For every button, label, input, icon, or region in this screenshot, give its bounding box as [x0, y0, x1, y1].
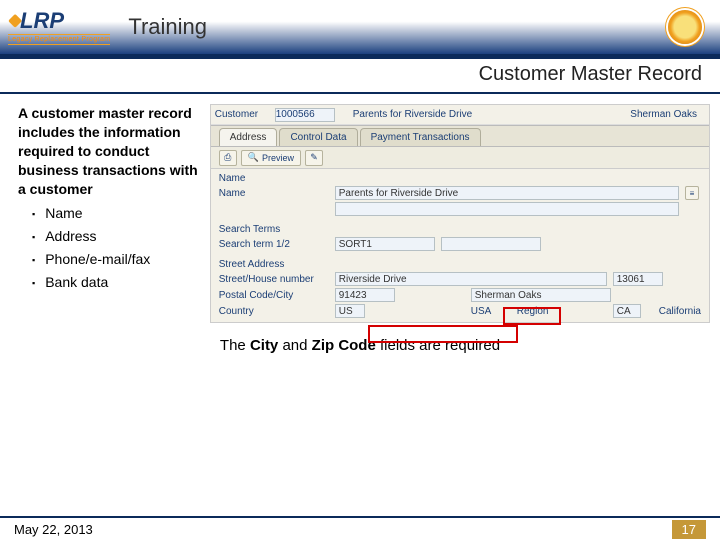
tab-control-data[interactable]: Control Data: [279, 128, 357, 146]
bullet-item: Phone/e-mail/fax: [32, 250, 202, 269]
country-label: Country: [219, 306, 329, 317]
district-seal-icon: [668, 10, 702, 44]
page-title: Customer Master Record: [0, 59, 720, 92]
lrp-logo: LRP Legacy Replacement Program: [8, 10, 110, 45]
page-number: 17: [672, 520, 706, 539]
customer-label: Customer: [215, 109, 275, 120]
toolbar-button[interactable]: ✎: [305, 150, 323, 166]
region-name-display: California: [659, 306, 701, 317]
bullet-item: Bank data: [32, 273, 202, 292]
training-label: Training: [128, 14, 207, 40]
explanatory-text: A customer master record includes the in…: [18, 104, 202, 323]
region-label: Region: [517, 306, 607, 317]
logo-tagline: Legacy Replacement Program: [8, 34, 110, 45]
postal-label: Postal Code/City: [219, 290, 329, 301]
search-term-label: Search term 1/2: [219, 239, 329, 250]
logo-text: LRP: [20, 8, 64, 33]
search-term-1-field[interactable]: SORT1: [335, 237, 435, 251]
divider: [0, 92, 720, 94]
tab-address[interactable]: Address: [219, 128, 278, 146]
slide-footer: May 22, 2013 17: [0, 516, 720, 540]
customer-name-display: Parents for Riverside Drive: [353, 109, 472, 120]
street-label: Street/House number: [219, 274, 329, 285]
customer-id-field[interactable]: 1000566: [275, 108, 335, 122]
tab-payment-transactions[interactable]: Payment Transactions: [360, 128, 481, 146]
group-name: Name: [219, 173, 701, 184]
name-label: Name: [219, 188, 329, 199]
customer-city-display: Sherman Oaks: [630, 109, 697, 120]
tab-strip: Address Control Data Payment Transaction…: [211, 125, 709, 147]
footer-date: May 22, 2013: [14, 522, 93, 537]
slide-header: LRP Legacy Replacement Program Training: [0, 0, 720, 54]
sap-screenshot: Customer 1000566 Parents for Riverside D…: [210, 104, 710, 323]
preview-button[interactable]: 🔍Preview: [241, 150, 301, 166]
toolbar-button[interactable]: ⎙: [219, 150, 237, 166]
expand-icon[interactable]: ≡: [685, 186, 699, 200]
bullet-item: Address: [32, 227, 202, 246]
sap-toolbar: ⎙ 🔍Preview ✎: [211, 147, 709, 169]
city-field[interactable]: Sherman Oaks: [471, 288, 611, 302]
footnote: The City and Zip Code fields are require…: [0, 337, 720, 354]
house-number-field[interactable]: 13061: [613, 272, 663, 286]
country-code-field[interactable]: US: [335, 304, 365, 318]
group-search-terms: Search Terms: [219, 224, 701, 235]
name-field[interactable]: Parents for Riverside Drive: [335, 186, 679, 200]
street-field[interactable]: Riverside Drive: [335, 272, 607, 286]
search-term-2-field[interactable]: [441, 237, 541, 251]
country-name-display: USA: [471, 306, 511, 317]
bullet-item: Name: [32, 204, 202, 223]
name-field-2[interactable]: [335, 202, 679, 216]
postal-code-field[interactable]: 91423: [335, 288, 395, 302]
region-code-field[interactable]: CA: [613, 304, 641, 318]
intro-paragraph: A customer master record includes the in…: [18, 104, 202, 198]
group-street-address: Street Address: [219, 259, 701, 270]
